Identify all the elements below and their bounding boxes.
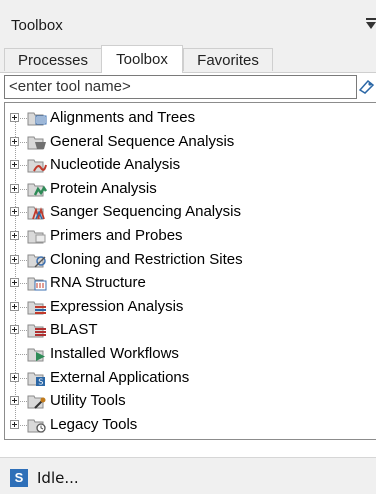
tree-connector xyxy=(20,424,27,426)
tree-item[interactable]: BLAST xyxy=(5,319,375,342)
expand-icon[interactable] xyxy=(10,278,19,288)
tree-item-label: Expression Analysis xyxy=(50,297,184,315)
tree-item[interactable]: Expression Analysis xyxy=(5,296,375,319)
cloning-icon xyxy=(27,252,47,269)
sanger-icon xyxy=(27,204,47,221)
expression-icon xyxy=(27,299,47,316)
expand-icon[interactable] xyxy=(10,207,19,217)
expand-icon[interactable] xyxy=(10,160,19,170)
tree-item-label: Primers and Probes xyxy=(50,227,183,244)
utility-icon xyxy=(27,393,47,410)
tool-search-input[interactable]: <enter tool name> xyxy=(4,75,357,99)
tree-item[interactable]: RNA Structure xyxy=(5,272,375,295)
tree-item-label: External Applications xyxy=(50,368,190,386)
tree-connector xyxy=(20,306,27,308)
tree-connector xyxy=(20,165,27,167)
workflow-icon xyxy=(27,346,47,363)
tree-connector xyxy=(20,283,27,285)
tree-item-label: Nucleotide Analysis xyxy=(50,156,181,174)
tree-item[interactable]: Nucleotide Analysis xyxy=(5,154,375,177)
tree-item-label: Alignments and Trees xyxy=(50,109,196,126)
tree-connector xyxy=(20,401,27,403)
tree-item-label: Legacy Tools xyxy=(50,415,138,433)
tree-item[interactable]: Cloning and Restriction Sites xyxy=(5,249,375,272)
tab-toolbox[interactable]: Toolbox xyxy=(101,45,183,73)
nucleotide-icon xyxy=(27,157,47,174)
tree-connector xyxy=(20,188,27,190)
tree-connector xyxy=(20,236,27,237)
tree-item-label: Installed Workflows xyxy=(50,345,179,362)
expand-icon[interactable] xyxy=(10,372,19,382)
tree-item-label: Cloning and Restriction Sites xyxy=(50,250,243,268)
expand-icon[interactable] xyxy=(10,396,19,406)
panel-menu-icon[interactable] xyxy=(366,18,376,30)
tree-item-label: Utility Tools xyxy=(50,392,126,410)
expand-icon[interactable] xyxy=(10,136,19,146)
general-sequence-icon xyxy=(27,134,47,151)
tree-connector xyxy=(20,118,27,119)
tree-item-label: BLAST xyxy=(50,321,98,339)
expand-icon[interactable] xyxy=(10,325,19,335)
tree-connector xyxy=(20,377,27,379)
panel-title: Toolbox xyxy=(11,17,63,34)
panel-header: Toolbox xyxy=(0,0,376,42)
protein-icon xyxy=(27,181,48,198)
tree-connector xyxy=(20,212,27,214)
tree-item-label: Sanger Sequencing Analysis xyxy=(50,203,241,221)
tree-item[interactable]: Primers and Probes xyxy=(5,225,375,248)
tree-item-label: RNA Structure xyxy=(50,274,146,292)
expand-icon[interactable] xyxy=(10,183,19,193)
toolbox-tree: Alignments and Trees General Sequence An… xyxy=(4,102,376,440)
status-icon: S xyxy=(10,469,28,487)
legacy-icon xyxy=(27,417,47,434)
primers-icon xyxy=(27,228,47,245)
tab-favorites[interactable]: Favorites xyxy=(183,48,273,71)
tab-bar: Processes Toolbox Favorites xyxy=(0,42,376,73)
status-bar: S Idle... xyxy=(0,457,376,494)
blast-icon xyxy=(27,322,47,339)
tree-item[interactable]: Utility Tools xyxy=(5,390,375,413)
tree-item[interactable]: Sanger Sequencing Analysis xyxy=(5,201,375,224)
external-apps-icon: S xyxy=(27,370,47,387)
tree-item[interactable]: Protein Analysis xyxy=(5,178,375,201)
expand-icon[interactable] xyxy=(10,301,19,311)
tab-processes[interactable]: Processes xyxy=(4,48,102,71)
search-icon[interactable] xyxy=(357,76,376,98)
expand-icon[interactable] xyxy=(10,231,19,240)
tree-connector xyxy=(20,141,27,143)
tree-connector xyxy=(20,330,27,332)
tree-item[interactable]: General Sequence Analysis xyxy=(5,131,375,154)
svg-text:S: S xyxy=(38,377,43,386)
tree-item[interactable]: Alignments and Trees xyxy=(5,107,375,130)
tree-item[interactable]: Legacy Tools xyxy=(5,414,375,437)
tree-connector xyxy=(16,354,27,355)
tree-item[interactable]: Installed Workflows xyxy=(5,343,375,366)
status-text: Idle... xyxy=(37,469,79,487)
rna-icon xyxy=(27,275,47,292)
tree-item[interactable]: S External Applications xyxy=(5,367,375,390)
tree-connector xyxy=(20,259,27,261)
expand-icon[interactable] xyxy=(10,254,19,264)
expand-icon[interactable] xyxy=(10,419,19,429)
tree-item-label: General Sequence Analysis xyxy=(50,132,235,150)
expand-icon[interactable] xyxy=(10,113,19,122)
alignments-icon xyxy=(27,110,47,127)
tree-item-label: Protein Analysis xyxy=(50,179,157,197)
